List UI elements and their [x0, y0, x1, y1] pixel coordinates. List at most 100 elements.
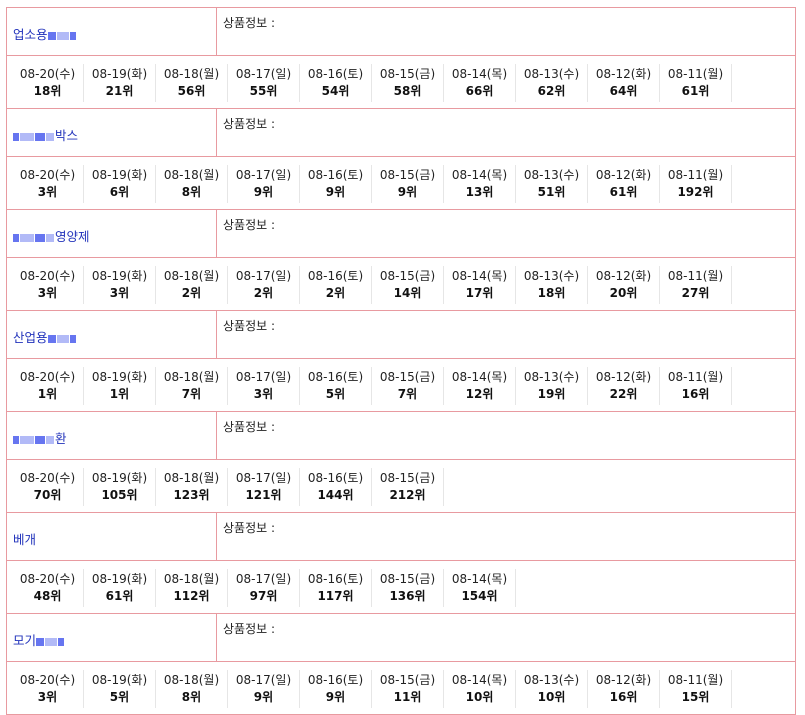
product-name-text[interactable]: 영양제: [55, 229, 90, 244]
product-name[interactable]: 박스: [7, 109, 217, 156]
rank-date: 08-19(화): [91, 673, 148, 687]
rank-date: 08-14(목): [451, 168, 508, 182]
rank-value: 9위: [253, 690, 274, 704]
rank-value: 17위: [465, 286, 494, 300]
ranking-table: 업소용 상품정보 :08-20(수) 18위 08-19(화) 21위 08-18(월) 5…: [6, 7, 796, 715]
rank-value: 97위: [249, 589, 278, 603]
product-name-text[interactable]: 모기: [13, 633, 36, 648]
rank-value: 144위: [317, 488, 354, 502]
product-info-label: 상품정보 :: [223, 319, 276, 333]
rank-value: 15위: [681, 690, 710, 704]
rank-cell: 08-12(화) 16위: [588, 670, 660, 708]
rank-date: 08-15(금): [379, 471, 436, 485]
rank-value: 2위: [325, 286, 346, 300]
rank-date: 08-14(목): [451, 673, 508, 687]
rank-date: 08-19(화): [91, 168, 148, 182]
rank-cell: 08-13(수) 18위: [516, 266, 588, 304]
rank-date: 08-11(월): [667, 370, 724, 384]
product-info-label: 상품정보 :: [223, 117, 276, 131]
product-name-text[interactable]: 베개: [13, 532, 36, 547]
rank-cell: 08-19(화) 105위: [84, 468, 156, 506]
rank-value: 54위: [321, 84, 350, 98]
rank-cell: 08-11(월) 16위: [660, 367, 732, 405]
rank-cell: 08-20(수) 3위: [12, 670, 84, 708]
rank-cell: 08-12(화) 64위: [588, 64, 660, 102]
product-name[interactable]: 베개: [7, 513, 217, 560]
product-name[interactable]: 산업용: [7, 311, 217, 358]
product-header: 박스 상품정보 :: [7, 109, 795, 157]
product-block: 산업용 상품정보 :08-20(수) 1위 08-19(화) 1위 08-18(월) 7위 0…: [7, 310, 795, 411]
product-name[interactable]: 업소용: [7, 8, 217, 55]
product-block: 영양제 상품정보 :08-20(수) 3위 08-19(화) 3위 08-18(월) 2위 0…: [7, 209, 795, 310]
rank-value: 61위: [681, 84, 710, 98]
rank-history: 08-20(수) 1위 08-19(화) 1위 08-18(월) 7위 08-17(일) 3위…: [7, 359, 795, 411]
rank-cell: 08-12(화) 61위: [588, 165, 660, 203]
rank-date: 08-19(화): [91, 572, 148, 586]
rank-cell: 08-17(일) 121위: [228, 468, 300, 506]
rank-value: 20위: [609, 286, 638, 300]
product-name-text[interactable]: 산업용: [13, 330, 48, 345]
product-info-label: 상품정보 :: [223, 622, 276, 636]
rank-value: 1위: [109, 387, 130, 401]
product-name[interactable]: 영양제: [7, 210, 217, 257]
redaction-bar: [13, 233, 19, 242]
rank-value: 16위: [681, 387, 710, 401]
rank-cell: 08-18(월) 56위: [156, 64, 228, 102]
product-name-text[interactable]: 박스: [55, 128, 78, 143]
rank-cell: 08-11(월) 15위: [660, 670, 732, 708]
rank-date: 08-16(토): [307, 673, 364, 687]
rank-value: 13위: [465, 185, 494, 199]
rank-value: 6위: [109, 185, 130, 199]
rank-cell: 08-11(월) 192위: [660, 165, 732, 203]
rank-value: 112위: [173, 589, 210, 603]
rank-value: 3위: [37, 286, 58, 300]
rank-cell: 08-16(토) 2위: [300, 266, 372, 304]
rank-date: 08-15(금): [379, 269, 436, 283]
rank-cell: 08-16(토) 9위: [300, 165, 372, 203]
rank-date: 08-19(화): [91, 269, 148, 283]
rank-cell: 08-14(목) 12위: [444, 367, 516, 405]
product-name[interactable]: 환: [7, 412, 217, 459]
rank-cell: 08-19(화) 61위: [84, 569, 156, 607]
rank-value: 192위: [677, 185, 714, 199]
redaction-bar: [56, 31, 69, 40]
product-name[interactable]: 모기: [7, 614, 217, 661]
redaction-bar: [46, 132, 54, 141]
rank-cell: 08-16(토) 54위: [300, 64, 372, 102]
rank-cell: 08-20(수) 3위: [12, 266, 84, 304]
rank-date: 08-20(수): [19, 370, 76, 384]
redacted-text: [13, 431, 55, 446]
rank-date: 08-18(월): [163, 67, 220, 81]
rank-history: 08-20(수) 70위 08-19(화) 105위 08-18(월) 123위 08-17…: [7, 460, 795, 512]
rank-value: 7위: [181, 387, 202, 401]
rank-cell: 08-20(수) 3위: [12, 165, 84, 203]
product-name-text[interactable]: 업소용: [13, 27, 48, 42]
rank-value: 5위: [109, 690, 130, 704]
product-name-text[interactable]: 환: [55, 431, 67, 446]
rank-value: 9위: [253, 185, 274, 199]
rank-date: 08-15(금): [379, 168, 436, 182]
product-header: 산업용 상품정보 :: [7, 311, 795, 359]
rank-history: 08-20(수) 3위 08-19(화) 3위 08-18(월) 2위 08-17(일) 2위…: [7, 258, 795, 310]
product-info-label: 상품정보 :: [223, 420, 276, 434]
rank-cell: 08-19(화) 3위: [84, 266, 156, 304]
rank-date: 08-16(토): [307, 471, 364, 485]
rank-cell: 08-17(일) 55위: [228, 64, 300, 102]
redaction-bar: [46, 233, 54, 242]
rank-date: 08-12(화): [595, 168, 652, 182]
rank-value: 154위: [461, 589, 498, 603]
rank-history: 08-20(수) 3위 08-19(화) 6위 08-18(월) 8위 08-17(일) 9위…: [7, 157, 795, 209]
rank-cell: 08-14(목) 13위: [444, 165, 516, 203]
redaction-bar: [69, 334, 76, 343]
rank-cell: 08-17(일) 9위: [228, 670, 300, 708]
rank-date: 08-12(화): [595, 370, 652, 384]
rank-date: 08-14(목): [451, 269, 508, 283]
rank-date: 08-13(수): [523, 673, 580, 687]
rank-cell: 08-14(목) 66위: [444, 64, 516, 102]
product-info-label: 상품정보 :: [223, 16, 276, 30]
rank-cell: 08-15(금) 58위: [372, 64, 444, 102]
rank-value: 117위: [317, 589, 354, 603]
rank-date: 08-17(일): [235, 67, 292, 81]
redacted-text: [47, 27, 77, 42]
rank-value: 62위: [537, 84, 566, 98]
